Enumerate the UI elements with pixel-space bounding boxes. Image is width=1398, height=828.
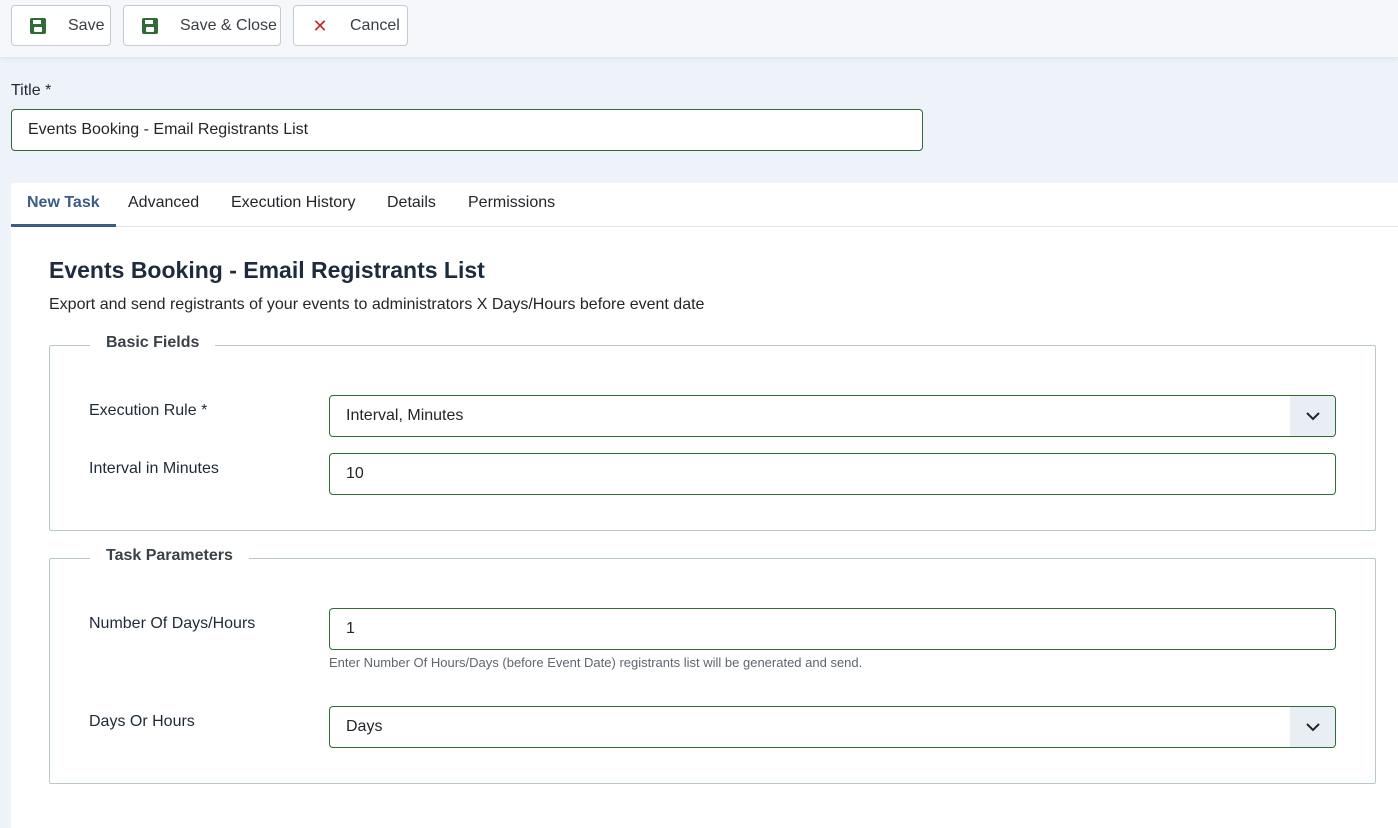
- save-icon: [30, 17, 46, 34]
- tab-bar: New Task Advanced Execution History Deta…: [11, 183, 1398, 227]
- days-or-hours-value: Days: [346, 718, 383, 735]
- tab-details[interactable]: Details: [371, 183, 452, 227]
- chevron-down-icon: [1290, 396, 1335, 436]
- days-or-hours-label: Days Or Hours: [89, 713, 195, 730]
- task-heading: Events Booking - Email Registrants List: [49, 257, 485, 283]
- title-input[interactable]: [11, 109, 923, 151]
- close-icon: ✕: [312, 15, 328, 36]
- save-button-label: Save: [68, 16, 105, 34]
- toolbar: Save Save & Close ✕ Cancel: [0, 0, 1398, 58]
- task-panel: New Task Advanced Execution History Deta…: [11, 183, 1398, 828]
- task-description: Export and send registrants of your even…: [49, 296, 705, 313]
- task-parameters-legend: Task Parameters: [90, 547, 249, 565]
- task-parameters-fieldset: Task Parameters Number Of Days/Hours Ent…: [49, 547, 1376, 784]
- tab-new-task[interactable]: New Task: [11, 183, 116, 227]
- save-icon: [142, 17, 158, 34]
- title-label: Title *: [11, 82, 52, 99]
- days-or-hours-select[interactable]: Days: [329, 706, 1336, 748]
- cancel-button-label: Cancel: [350, 16, 400, 34]
- interval-minutes-label: Interval in Minutes: [89, 460, 219, 477]
- chevron-down-icon: [1290, 707, 1335, 747]
- days-hours-hint: Enter Number Of Hours/Days (before Event…: [329, 655, 863, 670]
- save-close-button-label: Save & Close: [180, 16, 277, 34]
- basic-fields-legend: Basic Fields: [90, 334, 216, 352]
- tab-advanced[interactable]: Advanced: [112, 183, 215, 227]
- save-button[interactable]: Save: [11, 5, 111, 46]
- tab-permissions[interactable]: Permissions: [452, 183, 571, 227]
- execution-rule-select[interactable]: Interval, Minutes: [329, 395, 1336, 437]
- cancel-button[interactable]: ✕ Cancel: [293, 5, 408, 46]
- basic-fields-fieldset: Basic Fields Execution Rule * Interval, …: [49, 334, 1376, 531]
- execution-rule-value: Interval, Minutes: [346, 407, 464, 424]
- days-hours-input[interactable]: [329, 608, 1336, 650]
- days-hours-label: Number Of Days/Hours: [89, 615, 256, 632]
- save-close-button[interactable]: Save & Close: [123, 5, 281, 46]
- interval-minutes-input[interactable]: [329, 453, 1336, 495]
- tab-execution-history[interactable]: Execution History: [215, 183, 372, 227]
- execution-rule-label: Execution Rule *: [89, 402, 208, 419]
